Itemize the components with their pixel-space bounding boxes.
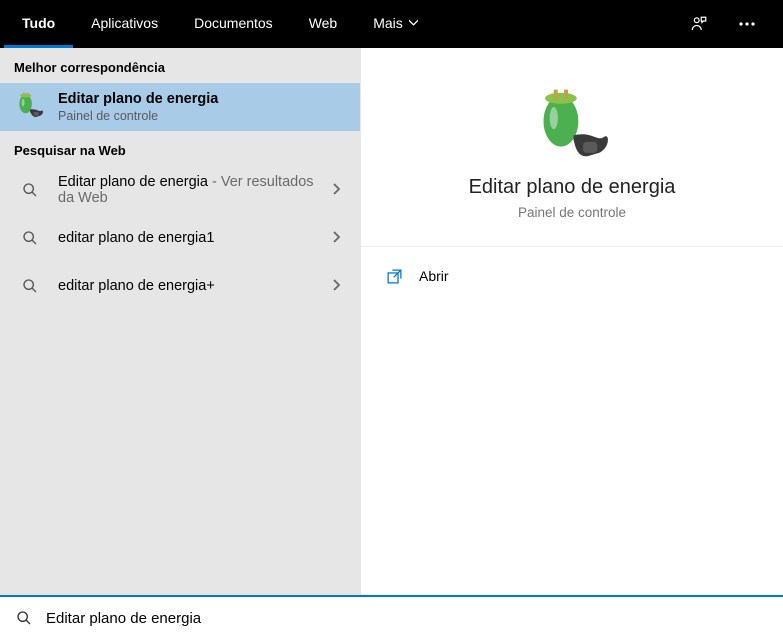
chevron-down-icon bbox=[409, 20, 418, 26]
best-match-result[interactable]: Editar plano de energia Painel de contro… bbox=[0, 83, 360, 131]
web-result-title-main: Editar plano de energia bbox=[58, 174, 208, 190]
feedback-icon bbox=[690, 15, 708, 33]
best-match-title: Editar plano de energia bbox=[58, 91, 346, 107]
search-input[interactable] bbox=[46, 610, 767, 627]
web-result-title-main: editar plano de energia1 bbox=[58, 230, 214, 246]
body: Melhor correspondência Editar plano de e… bbox=[0, 48, 783, 595]
tab-web[interactable]: Web bbox=[291, 0, 356, 48]
ellipsis-icon bbox=[739, 22, 755, 26]
web-result-title: editar plano de energia+ bbox=[58, 278, 316, 294]
tab-tudo[interactable]: Tudo bbox=[4, 0, 73, 48]
header-icons bbox=[679, 4, 779, 44]
tab-aplicativos[interactable]: Aplicativos bbox=[73, 0, 176, 48]
sidebar: Melhor correspondência Editar plano de e… bbox=[0, 48, 360, 595]
web-result-2[interactable]: editar plano de energia+ bbox=[0, 262, 360, 310]
header-tabs: Tudo Aplicativos Documentos Web Mais bbox=[4, 0, 436, 48]
power-plan-icon bbox=[14, 91, 46, 123]
detail-actions: Abrir bbox=[361, 247, 783, 305]
web-search-header: Pesquisar na Web bbox=[0, 131, 360, 166]
header: Tudo Aplicativos Documentos Web Mais bbox=[0, 0, 783, 48]
web-result-text: editar plano de energia+ bbox=[58, 278, 316, 294]
feedback-button[interactable] bbox=[679, 4, 719, 44]
search-icon bbox=[14, 270, 46, 302]
search-icon bbox=[14, 174, 46, 206]
web-result-title-main: editar plano de energia+ bbox=[58, 278, 215, 294]
web-result-text: Editar plano de energia - Ver resultados… bbox=[58, 174, 316, 206]
web-result-title: Editar plano de energia - Ver resultados… bbox=[58, 174, 316, 206]
search-icon bbox=[14, 222, 46, 254]
web-result-title: editar plano de energia1 bbox=[58, 230, 316, 246]
web-result-text: editar plano de energia1 bbox=[58, 230, 316, 246]
open-icon bbox=[385, 267, 403, 285]
action-open-label: Abrir bbox=[419, 268, 449, 284]
chevron-right-icon[interactable] bbox=[328, 183, 346, 198]
web-result-0[interactable]: Editar plano de energia - Ver resultados… bbox=[0, 166, 360, 214]
detail-hero: Editar plano de energia Painel de contro… bbox=[361, 48, 783, 247]
chevron-right-icon[interactable] bbox=[328, 231, 346, 246]
search-icon bbox=[16, 610, 32, 626]
detail-panel: Editar plano de energia Painel de contro… bbox=[360, 48, 783, 595]
best-match-header: Melhor correspondência bbox=[0, 48, 360, 83]
search-bar[interactable] bbox=[0, 595, 783, 639]
chevron-right-icon[interactable] bbox=[328, 279, 346, 294]
web-result-1[interactable]: editar plano de energia1 bbox=[0, 214, 360, 262]
best-match-text: Editar plano de energia Painel de contro… bbox=[58, 91, 346, 123]
best-match-subtitle: Painel de controle bbox=[58, 109, 346, 123]
detail-subtitle: Painel de controle bbox=[518, 205, 626, 220]
tab-mais[interactable]: Mais bbox=[355, 0, 436, 48]
action-open[interactable]: Abrir bbox=[361, 255, 783, 297]
power-plan-large-icon bbox=[534, 88, 610, 164]
tab-mais-label: Mais bbox=[373, 15, 403, 31]
more-options-button[interactable] bbox=[727, 4, 767, 44]
detail-title: Editar plano de energia bbox=[469, 176, 676, 199]
tab-documentos[interactable]: Documentos bbox=[176, 0, 291, 48]
